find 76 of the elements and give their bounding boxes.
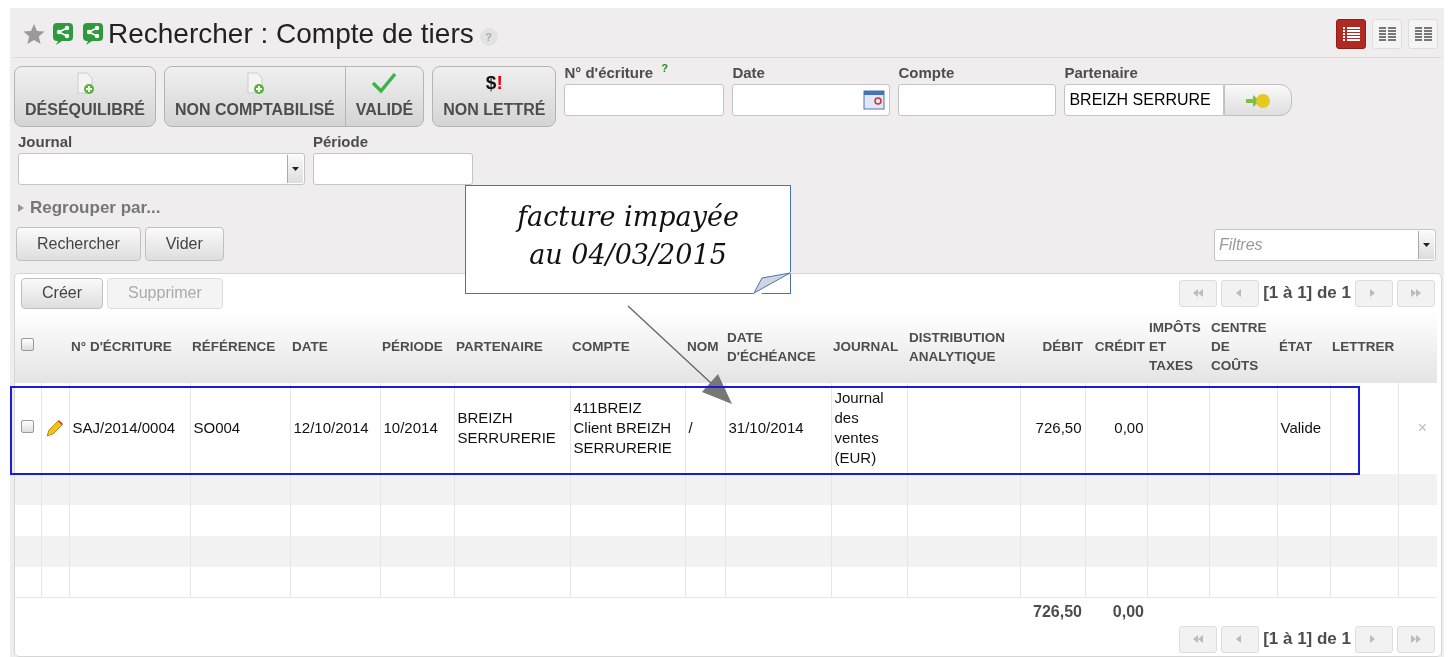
group-by-toggle[interactable]: Regrouper par...: [30, 195, 161, 221]
last-page-icon: [1410, 634, 1422, 644]
table-cell: 0,00: [1114, 419, 1144, 436]
table-cell: Journal des ventes (EUR): [834, 389, 884, 466]
caret-icon: [292, 167, 299, 171]
first-page-button[interactable]: [1179, 279, 1218, 307]
next-page-button[interactable]: [1355, 279, 1393, 307]
columns-icon: [1377, 25, 1397, 42]
first-page-icon: [1192, 288, 1205, 298]
column-header[interactable]: DATE: [292, 337, 328, 356]
filter-button[interactable]: DÉSÉQUILIBRÉ: [15, 67, 155, 126]
caret-icon: [1423, 242, 1430, 247]
document-add-icon: [244, 72, 265, 94]
column-header[interactable]: ÉTAT: [1279, 337, 1313, 356]
help-mark[interactable]: ?: [661, 62, 669, 75]
pager-text: [1 à 1] de 1: [1263, 282, 1351, 305]
field-label: Journal: [18, 133, 73, 150]
table-cell: SO004: [193, 419, 241, 436]
table-cell: 31/10/2014: [728, 419, 804, 436]
list-icon: [1341, 25, 1361, 42]
field-label: Partenaire: [1064, 64, 1138, 81]
table-cell: BREIZH SERRURERIE: [457, 409, 556, 446]
first-page-icon: [1192, 634, 1205, 644]
table-cell: SAJ/2014/0004: [72, 419, 176, 436]
column-header[interactable]: COMPTE: [572, 337, 630, 356]
previous-page-button[interactable]: [1221, 625, 1260, 653]
table-cell: 12/10/2014: [293, 419, 369, 436]
table-cell: 726,50: [1035, 419, 1082, 436]
previous-page-button[interactable]: [1221, 279, 1260, 307]
total-value: 726,50: [1033, 602, 1082, 620]
filter-button[interactable]: VALIDÉ: [344, 67, 424, 126]
share-icon[interactable]: [52, 21, 74, 46]
search-button[interactable]: Rechercher: [16, 226, 141, 261]
row-checkbox[interactable]: [21, 420, 34, 433]
select-all-checkbox[interactable]: [21, 338, 34, 351]
share-icon[interactable]: [82, 21, 104, 46]
filter-button[interactable]: NON COMPTABILISÉ: [165, 67, 345, 126]
grid-view-button[interactable]: [1372, 18, 1402, 49]
text-field[interactable]: [898, 84, 1057, 116]
pencil-icon[interactable]: [44, 420, 63, 438]
filter-button[interactable]: $! NON LETTRÉ: [433, 67, 556, 126]
next-page-button[interactable]: [1355, 625, 1393, 653]
field-label: Date: [732, 64, 765, 81]
text-field[interactable]: [313, 153, 473, 185]
column-header[interactable]: DÉBIT: [1042, 337, 1083, 356]
text-field[interactable]: [564, 84, 725, 116]
last-page-button[interactable]: [1397, 625, 1435, 653]
date-field[interactable]: [732, 84, 891, 116]
columns-icon: [1413, 25, 1433, 42]
last-page-icon: [1410, 288, 1422, 298]
grid-view-button[interactable]: [1408, 18, 1438, 49]
partner-field[interactable]: BREIZH SERRURE: [1064, 84, 1225, 116]
dollar-icon: $!: [485, 72, 503, 94]
list-view-button[interactable]: [1336, 18, 1366, 49]
first-page-button[interactable]: [1179, 625, 1218, 653]
document-add-icon: [75, 72, 95, 94]
last-page-button[interactable]: [1397, 279, 1435, 307]
select-field[interactable]: [18, 153, 305, 185]
lookup-button[interactable]: [1224, 84, 1293, 116]
table-cell: 10/2014: [383, 419, 438, 436]
total-value: 0,00: [1112, 602, 1144, 620]
clear-button[interactable]: Vider: [144, 226, 224, 261]
page-title: Rechercher : Compte de tiers: [108, 16, 474, 51]
field-label: Période: [313, 133, 369, 150]
calendar-icon[interactable]: [863, 90, 886, 110]
table-cell: 411BREIZ Client BREIZH SERRURERIE: [573, 399, 672, 456]
table-cell: /: [688, 419, 693, 436]
expand-arrow-icon: [18, 203, 24, 212]
create-button[interactable]: Créer: [21, 277, 103, 309]
checkmark-icon: [371, 72, 398, 94]
table-cell: Valide: [1280, 419, 1322, 436]
field-label: Compte: [898, 64, 955, 81]
column-header[interactable]: PARTENAIRE: [456, 337, 543, 356]
pager-text: [1 à 1] de 1: [1263, 628, 1351, 651]
arrow-dot-icon: [1245, 92, 1272, 109]
field-label: N° d'écriture: [564, 64, 654, 81]
